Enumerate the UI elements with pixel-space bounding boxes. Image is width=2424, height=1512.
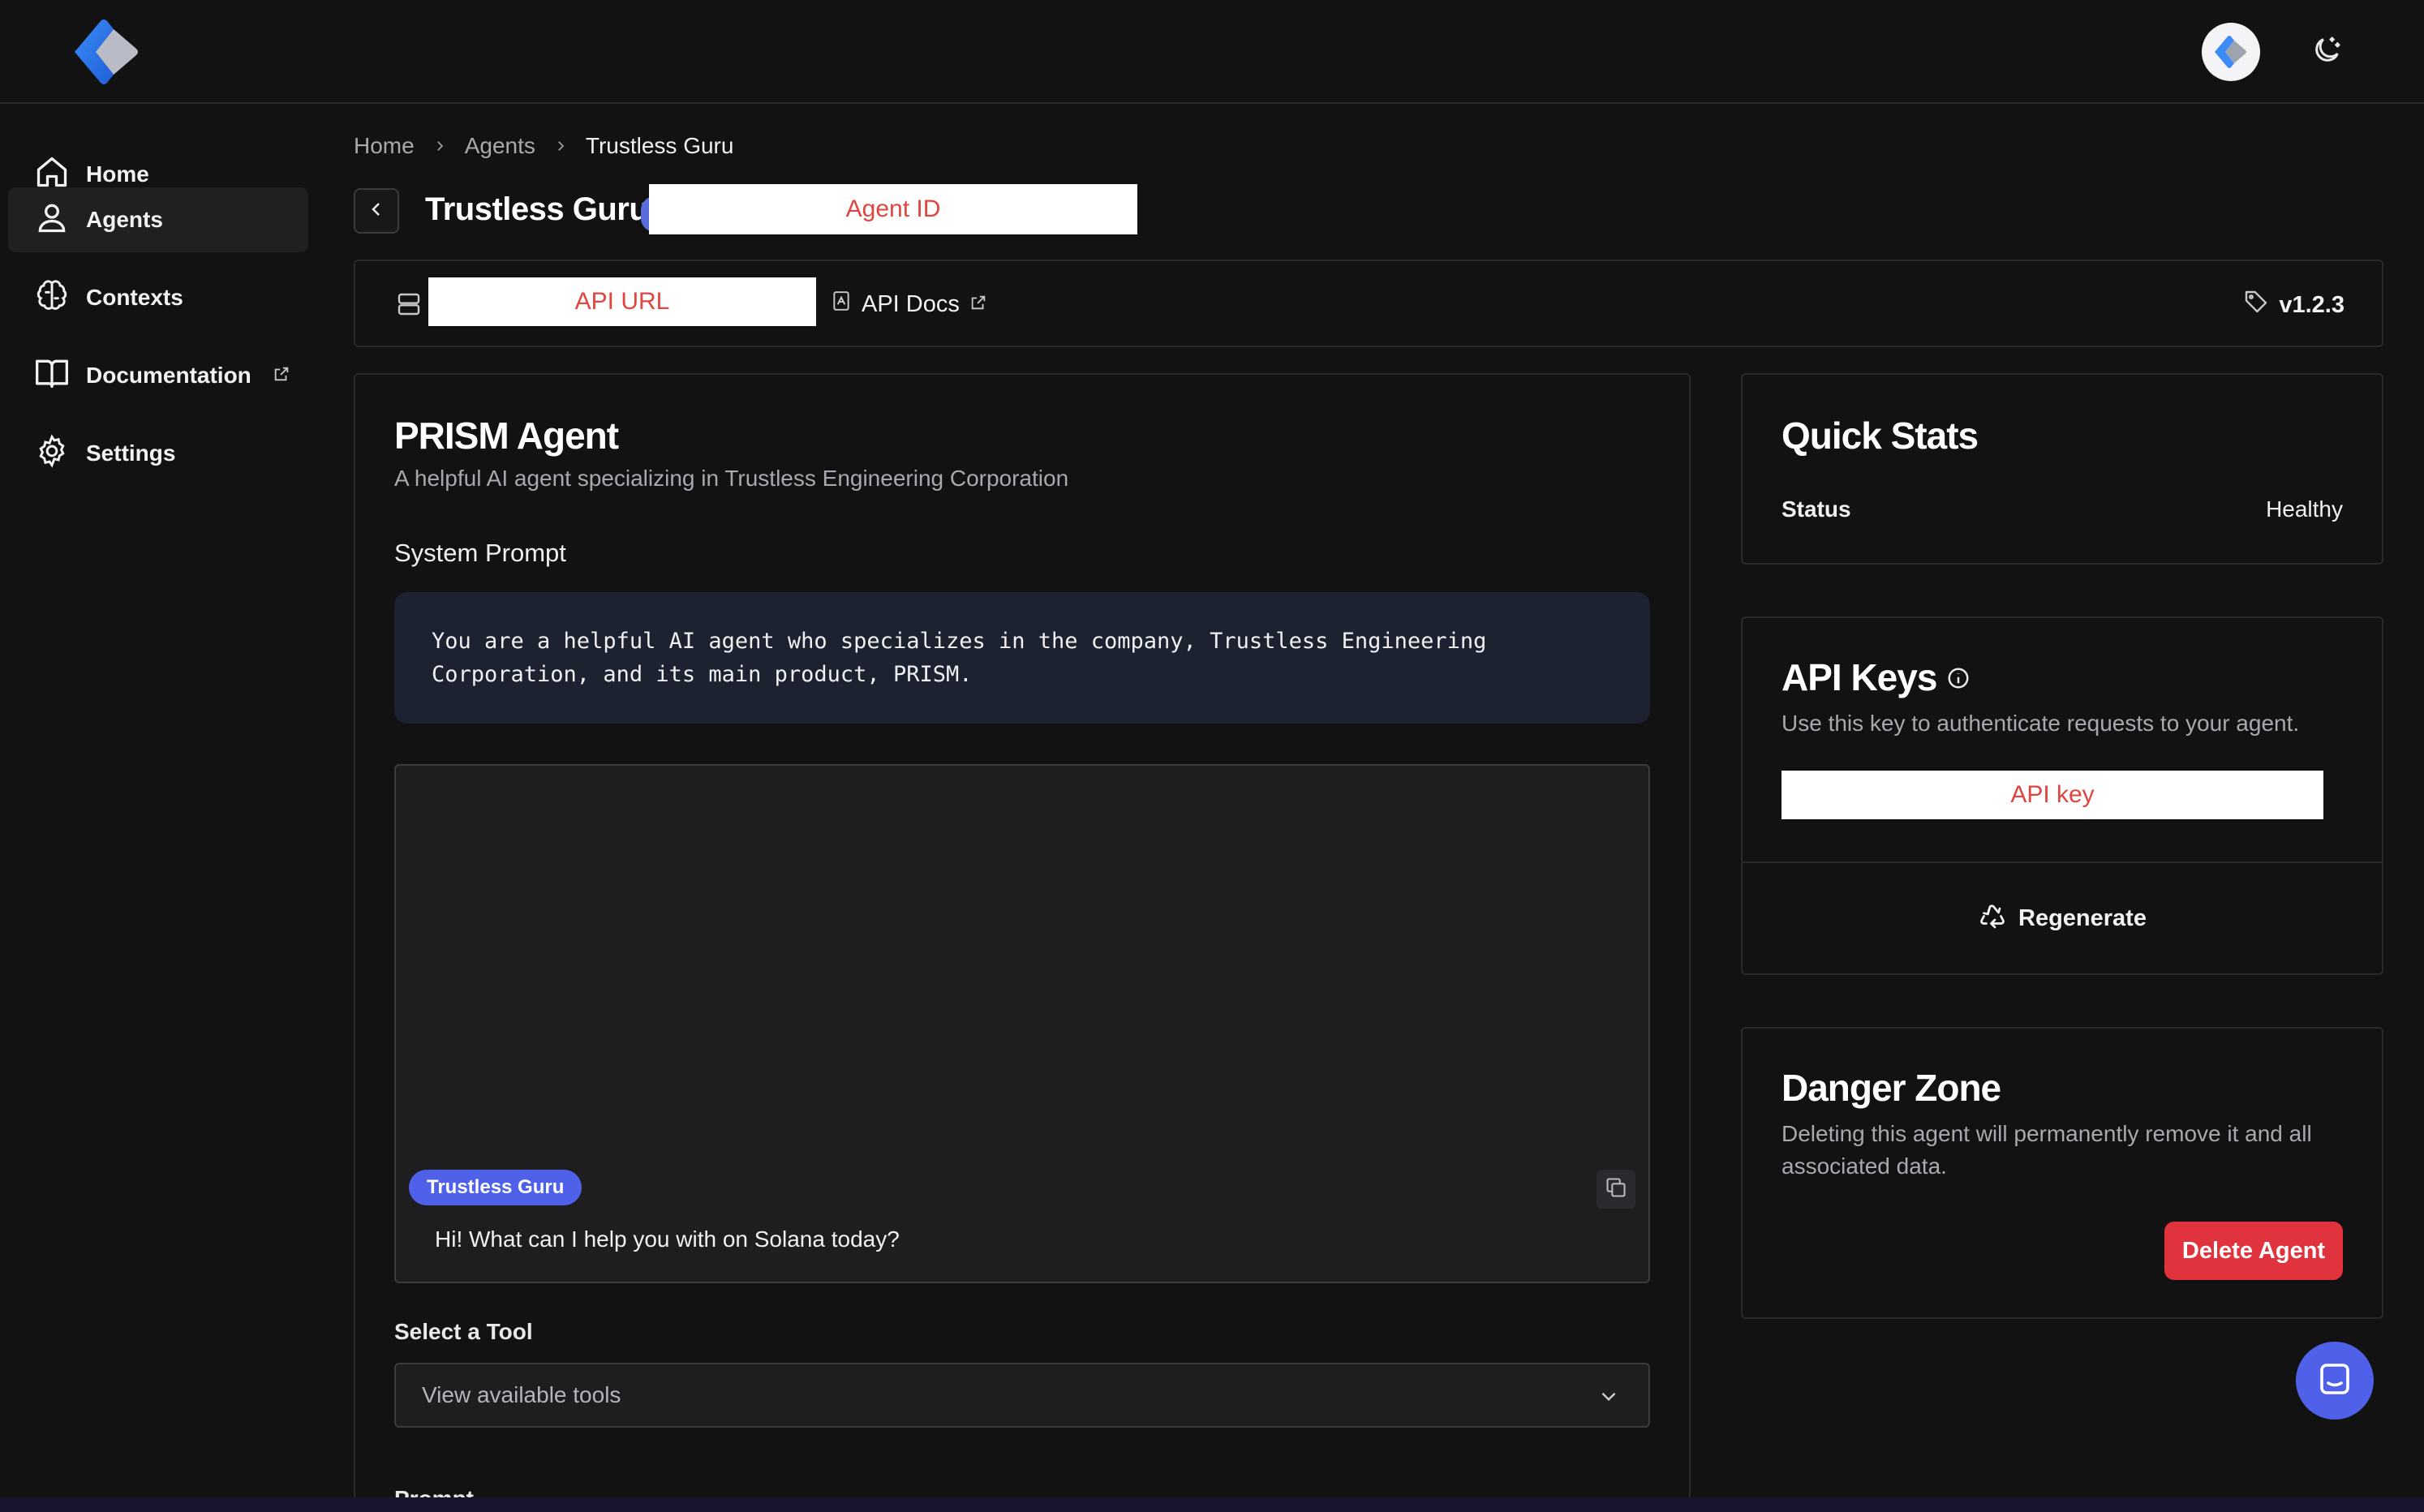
copy-icon	[1605, 1176, 1627, 1203]
delete-agent-button[interactable]: Delete Agent	[2164, 1222, 2343, 1280]
agent-name: PRISM Agent	[394, 415, 619, 457]
info-icon[interactable]	[1946, 655, 1971, 699]
system-prompt-label: System Prompt	[394, 539, 566, 567]
user-icon	[34, 200, 70, 241]
external-link-icon	[273, 363, 290, 389]
chat-window[interactable]: Trustless Guru Hi! What can I help you w…	[394, 764, 1650, 1283]
back-button[interactable]	[354, 188, 399, 234]
chevron-left-icon	[367, 200, 386, 223]
tool-select-value: View available tools	[422, 1382, 621, 1407]
version-tag: v1.2.3	[2243, 289, 2344, 321]
server-icon	[396, 290, 422, 322]
external-link-icon	[969, 291, 987, 318]
agent-description: A helpful AI agent specializing in Trust…	[394, 466, 1069, 491]
chevron-right-icon	[553, 133, 568, 159]
chat-sender-badge: Trustless Guru	[409, 1170, 582, 1205]
tag-icon	[2243, 289, 2269, 321]
chevron-right-icon	[432, 133, 447, 159]
api-key-redacted: API key	[1781, 771, 2323, 819]
chevron-down-icon	[1598, 1385, 1619, 1412]
sidebar-item-agents[interactable]: Agents	[8, 187, 308, 252]
quick-stats-card: Quick Stats Status Healthy	[1741, 373, 2383, 565]
app-logo[interactable]	[71, 18, 143, 86]
breadcrumb: Home Agents Trustless Guru	[354, 130, 733, 162]
danger-zone-description-line: Deleting this agent will permanently rem…	[1781, 1121, 2312, 1146]
breadcrumb-home[interactable]: Home	[354, 133, 415, 159]
sidebar-item-documentation[interactable]: Documentation	[8, 343, 308, 408]
api-docs-link[interactable]: API Docs	[831, 289, 987, 320]
danger-zone-description-line: associated data.	[1781, 1153, 1947, 1179]
support-chat-button[interactable]	[2296, 1342, 2374, 1420]
book-icon	[34, 355, 70, 397]
chat-message: Hi! What can I help you with on Solana t…	[435, 1226, 900, 1252]
system-prompt-line: You are a helpful AI agent who specializ…	[432, 629, 1487, 654]
user-avatar[interactable]	[2202, 23, 2260, 81]
document-icon	[831, 289, 852, 320]
sidebar: Home Agents Contexts Documentation Setti…	[0, 105, 324, 1512]
tool-select[interactable]: View available tools	[394, 1363, 1650, 1428]
regenerate-button[interactable]: Regenerate	[1743, 861, 2382, 973]
sidebar-item-label: Agents	[86, 207, 163, 232]
breadcrumb-current: Trustless Guru	[585, 133, 734, 158]
system-prompt-line: Corporation, and its main product, PRISM…	[432, 662, 973, 687]
sidebar-item-label: Home	[86, 161, 149, 187]
select-tool-label: Select a Tool	[394, 1319, 533, 1344]
moon-icon	[2310, 34, 2343, 71]
sidebar-item-label: Contexts	[86, 285, 183, 310]
sidebar-item-contexts[interactable]: Contexts	[8, 265, 308, 330]
breadcrumb-agents[interactable]: Agents	[465, 133, 535, 159]
status-value: Healthy	[2266, 496, 2343, 522]
api-keys-description: Use this key to authenticate requests to…	[1781, 711, 2300, 736]
regenerate-label: Regenerate	[2018, 904, 2147, 931]
theme-toggle-button[interactable]	[2304, 29, 2349, 75]
api-keys-title: API Keys	[1781, 656, 1937, 698]
recycle-icon	[1978, 900, 2007, 936]
page-title: Trustless Guru	[425, 191, 649, 227]
version-label: v1.2.3	[2279, 291, 2344, 318]
danger-zone-description: Deleting this agent will permanently rem…	[1781, 1118, 2312, 1183]
sidebar-item-settings[interactable]: Settings	[8, 421, 308, 486]
endpoint-bar: API URL API Docs v1.2.3	[354, 260, 2383, 347]
status-label: Status	[1781, 496, 1851, 522]
gear-icon	[34, 433, 70, 475]
copy-button[interactable]	[1597, 1170, 1635, 1209]
api-keys-title-row: API Keys	[1781, 655, 1971, 699]
bottom-strip	[0, 1497, 2424, 1512]
danger-zone-card: Danger Zone Deleting this agent will per…	[1741, 1027, 2383, 1319]
agent-panel: PRISM Agent A helpful AI agent specializ…	[354, 373, 1691, 1512]
api-docs-label: API Docs	[862, 290, 960, 317]
chat-icon	[2315, 1360, 2354, 1402]
danger-zone-title: Danger Zone	[1781, 1067, 2001, 1109]
system-prompt-box: You are a helpful AI agent who specializ…	[394, 592, 1650, 724]
quick-stats-title: Quick Stats	[1781, 415, 1979, 457]
agent-id-redacted: Agent ID	[649, 184, 1137, 234]
api-url-redacted: API URL	[428, 277, 816, 326]
api-keys-card: API Keys Use this key to authenticate re…	[1741, 616, 2383, 975]
sidebar-item-label: Documentation	[86, 363, 251, 388]
sidebar-item-label: Settings	[86, 440, 176, 466]
top-bar	[0, 0, 2424, 104]
brain-icon	[34, 277, 70, 319]
